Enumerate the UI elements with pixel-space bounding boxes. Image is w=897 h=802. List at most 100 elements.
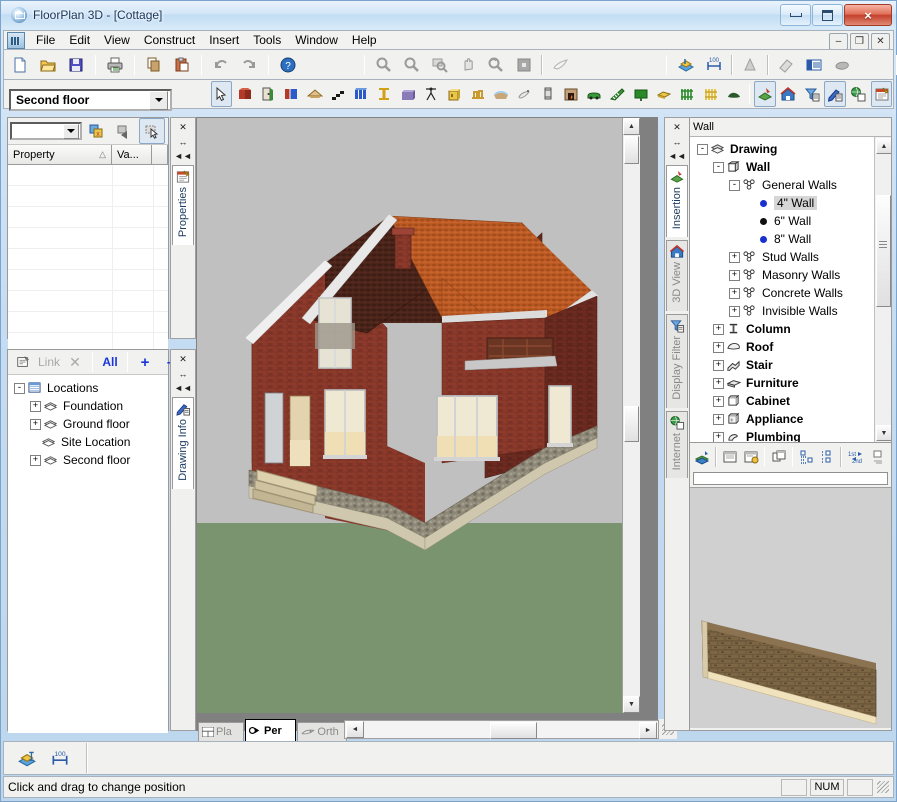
scroll-down-icon[interactable]: ▼ xyxy=(876,425,891,441)
scroll-down-icon[interactable]: ▼ xyxy=(623,696,640,713)
wall-icon[interactable] xyxy=(234,81,255,107)
redo-icon[interactable] xyxy=(236,52,262,78)
float-panel-icon[interactable]: ↔ xyxy=(175,367,191,380)
table-row[interactable] xyxy=(8,165,168,186)
collapse-expander-icon[interactable]: - xyxy=(697,143,708,155)
tree-node-column[interactable]: + Column xyxy=(693,320,891,338)
view-horizontal-scrollbar[interactable]: ◄ ► xyxy=(344,720,659,739)
tab-orthographic[interactable]: Orth xyxy=(297,722,347,741)
tree-node-invisible-walls[interactable]: + Invisible Walls xyxy=(693,302,891,320)
floor-selector[interactable]: Second floor xyxy=(9,89,172,111)
table-row[interactable] xyxy=(8,249,168,270)
expand-expander-icon[interactable]: + xyxy=(729,269,740,281)
terrain-icon[interactable] xyxy=(490,81,511,107)
deck-icon[interactable] xyxy=(653,81,674,107)
tab-insertion[interactable]: Insertion xyxy=(666,165,688,238)
pin-panel-icon[interactable]: ◄◄ xyxy=(668,149,686,162)
float-panel-icon[interactable]: ↔ xyxy=(669,135,685,148)
expand-expander-icon[interactable]: + xyxy=(713,341,724,353)
expand-expander-icon[interactable]: + xyxy=(713,413,724,425)
dimension-icon[interactable]: 100 xyxy=(701,52,727,78)
new-property-set-icon[interactable]: x xyxy=(83,118,109,144)
tab-display-filter[interactable]: Display Filter xyxy=(666,313,688,408)
tree-node-site-location[interactable]: Site Location xyxy=(10,433,166,451)
stair-icon[interactable] xyxy=(327,81,348,107)
arrange-left-icon[interactable] xyxy=(797,444,815,470)
plumbing-icon[interactable] xyxy=(467,81,488,107)
menu-file[interactable]: File xyxy=(29,31,62,49)
tree-node-cabinet[interactable]: + Cabinet xyxy=(693,392,891,410)
expand-expander-icon[interactable]: + xyxy=(713,323,724,335)
expand-expander-icon[interactable]: + xyxy=(713,431,724,443)
pin-panel-icon[interactable]: ◄◄ xyxy=(174,149,192,162)
tree-node-foundation[interactable]: + Foundation xyxy=(10,397,166,415)
electrical-icon[interactable] xyxy=(537,81,558,107)
walk-icon[interactable] xyxy=(547,52,573,78)
scroll-up-icon[interactable]: ▲ xyxy=(623,118,640,135)
tab-perspective[interactable]: Per xyxy=(244,719,297,741)
fence-icon[interactable] xyxy=(700,81,721,107)
expand-expander-icon[interactable]: + xyxy=(30,400,41,412)
tree-node-wall[interactable]: - Wall xyxy=(693,158,891,176)
sort-order-icon[interactable]: 1st 2nd xyxy=(846,444,868,470)
arrange-list-icon[interactable] xyxy=(818,444,836,470)
pick-property-icon[interactable] xyxy=(139,118,165,144)
delete-button[interactable]: ✕ xyxy=(63,352,87,372)
shrub-icon[interactable] xyxy=(723,81,744,107)
fireplace-icon[interactable] xyxy=(560,81,581,107)
table-row[interactable] xyxy=(8,270,168,291)
text-icon[interactable] xyxy=(737,52,763,78)
zoom-in-icon[interactable] xyxy=(371,52,397,78)
landscape-icon[interactable] xyxy=(630,81,651,107)
eraser-icon[interactable] xyxy=(773,52,799,78)
app-menu-icon[interactable] xyxy=(7,31,25,49)
view-vertical-scrollbar[interactable]: ▲ ▼ xyxy=(622,118,640,713)
apply-property-icon[interactable] xyxy=(111,118,137,144)
copy-icon[interactable] xyxy=(141,52,167,78)
menu-tools[interactable]: Tools xyxy=(246,31,288,49)
table-row[interactable] xyxy=(8,291,168,312)
tree-scroll-thumb[interactable] xyxy=(876,195,891,307)
table-row[interactable] xyxy=(8,186,168,207)
3d-view-window[interactable]: ▲ ▼ xyxy=(196,117,658,731)
scroll-left-icon[interactable]: ◄ xyxy=(346,721,364,738)
edit-location-icon[interactable] xyxy=(11,352,35,372)
tree-node-locations[interactable]: - Locations xyxy=(10,379,166,397)
tree-node-masonry-walls[interactable]: + Masonry Walls xyxy=(693,266,891,284)
car-icon[interactable] xyxy=(584,81,605,107)
door-icon[interactable] xyxy=(257,81,278,107)
zoom-extents-icon[interactable] xyxy=(511,52,537,78)
tree-node-appliance[interactable]: + Appliance xyxy=(693,410,891,428)
column-header-value[interactable]: Va... xyxy=(112,145,152,164)
tree-node-8-wall[interactable]: 8" Wall xyxy=(693,230,891,248)
status-resize-grip[interactable] xyxy=(877,781,889,793)
expand-expander-icon[interactable]: + xyxy=(30,454,41,466)
link-button[interactable]: Link xyxy=(37,352,61,372)
close-button[interactable]: × xyxy=(844,4,892,26)
table-row[interactable] xyxy=(8,228,168,249)
drawing-info-tool-icon[interactable] xyxy=(824,81,846,107)
float-panel-icon[interactable]: ↔ xyxy=(175,135,191,148)
expand-expander-icon[interactable]: + xyxy=(713,395,724,407)
open-icon[interactable] xyxy=(35,52,61,78)
tab-internet[interactable]: Internet xyxy=(666,410,688,478)
column-header-extra[interactable] xyxy=(152,145,168,164)
close-panel-icon[interactable]: ✕ xyxy=(175,353,191,366)
tab-plan[interactable]: Pla xyxy=(198,722,244,741)
object-tree-body[interactable]: - Drawing - Wall - General Walls 4" Wall 6" Wal… xyxy=(690,137,891,445)
tab-properties[interactable]: Properties xyxy=(172,165,194,246)
expand-all-button[interactable]: + xyxy=(133,352,157,372)
tree-node-4-wall[interactable]: 4" Wall xyxy=(693,194,891,212)
3d-scene-canvas[interactable]: ▲ ▼ xyxy=(197,118,640,713)
tree-node-stud-walls[interactable]: + Stud Walls xyxy=(693,248,891,266)
tree-node-6-wall[interactable]: 6" Wall xyxy=(693,212,891,230)
expand-expander-icon[interactable]: + xyxy=(729,287,740,299)
survey-icon[interactable] xyxy=(420,81,441,107)
materials-icon[interactable] xyxy=(673,52,699,78)
menu-help[interactable]: Help xyxy=(345,31,384,49)
copy-object-icon[interactable] xyxy=(769,444,787,470)
lighting-icon[interactable] xyxy=(514,81,535,107)
zoom-previous-icon[interactable] xyxy=(483,52,509,78)
mdi-minimize-button[interactable]: – xyxy=(829,33,848,50)
menu-view[interactable]: View xyxy=(97,31,137,49)
